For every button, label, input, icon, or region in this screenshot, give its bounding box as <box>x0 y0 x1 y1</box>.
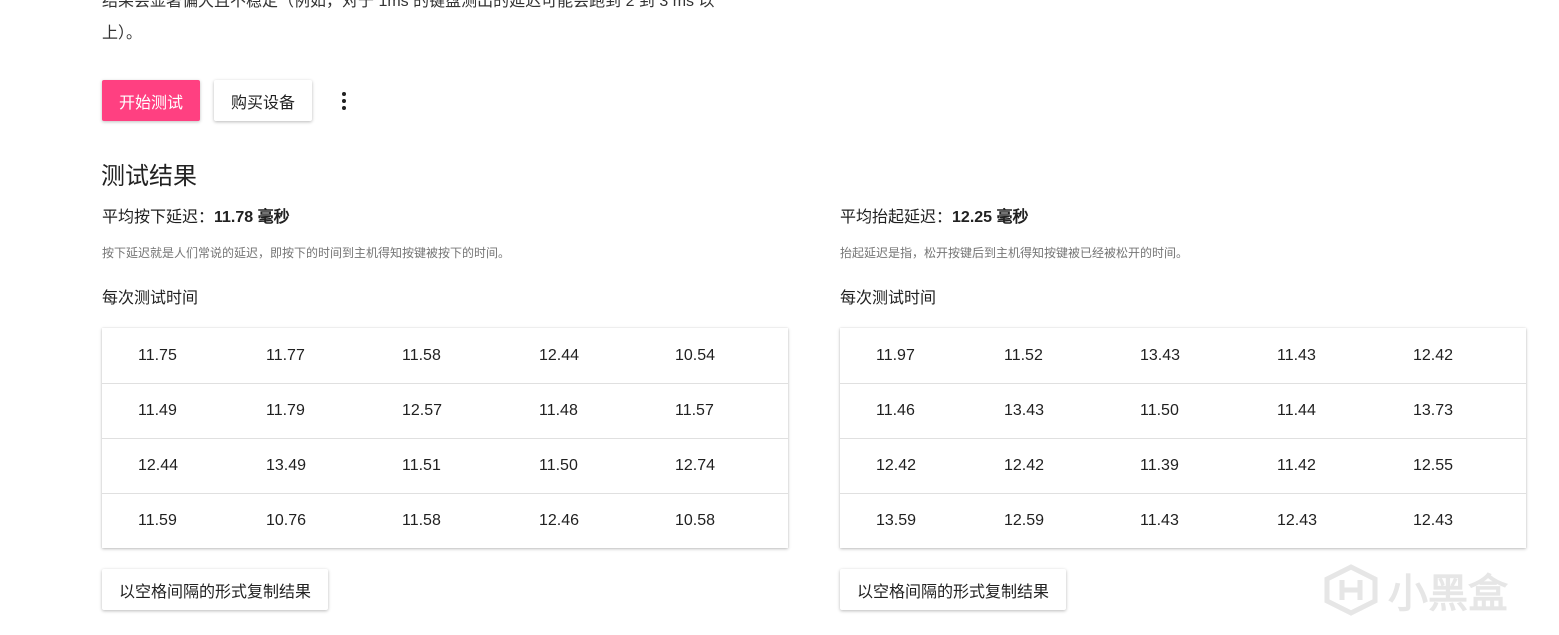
table-cell: 11.42 <box>1277 457 1316 474</box>
table-cell: 10.54 <box>675 346 716 364</box>
table-cell: 12.46 <box>539 512 580 529</box>
intro-line-2: 上）。 <box>102 25 143 42</box>
watermark-text: 小黑盒 <box>1388 571 1508 617</box>
table-cell: 12.59 <box>1004 512 1045 529</box>
table-row: 11.75 11.77 11.58 12.44 10.54 <box>102 328 788 383</box>
page: 结果会显著偏大且不稳定（例如，对于 1ms 的键盘测出的延迟可能会跑到 2 到 … <box>0 0 1559 635</box>
table-row: 11.46 13.43 11.50 11.44 13.73 <box>840 383 1526 438</box>
release-average-value: 12.25 毫秒 <box>952 209 1029 226</box>
release-latency-column: 平均抬起延迟：12.25 毫秒 抬起延迟是指，松开按键后到主机得知按键被已经被松… <box>840 206 1526 610</box>
press-average-value: 11.78 毫秒 <box>214 209 290 226</box>
box-logo-icon <box>1324 564 1378 616</box>
table-row: 12.44 13.49 11.51 11.50 12.74 <box>102 438 788 493</box>
table-cell: 12.57 <box>402 402 443 419</box>
table-cell: 11.44 <box>1277 402 1316 419</box>
release-average-label: 平均抬起延迟： <box>840 209 953 226</box>
table-cell: 12.44 <box>539 346 580 364</box>
press-results-table: 11.75 11.77 11.58 12.44 10.54 11.49 11.79 12.57… <box>102 328 788 548</box>
table-cell: 10.58 <box>675 512 716 529</box>
intro-line-1: 结果会显著偏大且不稳定（例如，对于 1ms 的键盘测出的延迟可能会跑到 2 到 … <box>102 0 715 10</box>
table-cell: 11.50 <box>1140 402 1179 419</box>
release-description: 抬起延迟是指，松开按键后到主机得知按键被已经被松开的时间。 <box>840 246 1189 260</box>
press-subtitle: 每次测试时间 <box>102 290 199 307</box>
table-row: 11.97 11.52 13.43 11.43 12.42 <box>840 328 1526 383</box>
table-cell: 12.43 <box>1277 512 1318 529</box>
action-bar: 开始测试 购买设备 <box>102 80 356 121</box>
table-cell: 11.97 <box>876 346 915 364</box>
buy-device-button[interactable]: 购买设备 <box>214 80 313 121</box>
table-cell: 12.74 <box>675 457 716 474</box>
table-cell: 11.52 <box>1004 346 1043 364</box>
table-cell: 11.79 <box>266 402 305 419</box>
table-cell: 12.42 <box>1413 346 1454 364</box>
intro-paragraph: 结果会显著偏大且不稳定（例如，对于 1ms 的键盘测出的延迟可能会跑到 2 到 … <box>102 0 762 50</box>
press-average-label: 平均按下延迟： <box>102 209 215 226</box>
more-vert-icon[interactable] <box>332 80 356 121</box>
release-subtitle: 每次测试时间 <box>840 290 937 307</box>
press-latency-column: 平均按下延迟：11.78 毫秒 按下延迟就是人们常说的延迟，即按下的时间到主机得… <box>102 206 788 610</box>
table-cell: 11.43 <box>1277 346 1316 364</box>
table-cell: 12.55 <box>1413 457 1454 474</box>
table-row: 11.49 11.79 12.57 11.48 11.57 <box>102 383 788 438</box>
table-cell: 11.77 <box>266 346 305 364</box>
table-cell: 11.39 <box>1140 457 1179 474</box>
press-description: 按下延迟就是人们常说的延迟，即按下的时间到主机得知按键被按下的时间。 <box>102 246 511 260</box>
table-cell: 11.58 <box>402 512 441 529</box>
release-copy-button[interactable]: 以空格间隔的形式复制结果 <box>840 569 1067 610</box>
table-row: 13.59 12.59 11.43 12.43 12.43 <box>840 493 1526 548</box>
press-copy-button[interactable]: 以空格间隔的形式复制结果 <box>102 569 329 610</box>
table-cell: 13.49 <box>266 457 307 474</box>
table-cell: 11.57 <box>675 402 714 419</box>
table-cell: 12.42 <box>1004 457 1045 474</box>
table-cell: 11.58 <box>402 346 441 364</box>
table-cell: 11.50 <box>539 457 578 474</box>
table-cell: 10.76 <box>266 512 307 529</box>
table-row: 11.59 10.76 11.58 12.46 10.58 <box>102 493 788 548</box>
table-cell: 11.51 <box>402 457 441 474</box>
release-average: 平均抬起延迟：12.25 毫秒 <box>840 206 1526 230</box>
table-cell: 11.48 <box>539 402 578 419</box>
start-test-button[interactable]: 开始测试 <box>102 80 201 121</box>
table-cell: 13.43 <box>1004 402 1045 419</box>
table-cell: 11.75 <box>138 346 177 364</box>
table-cell: 12.43 <box>1413 512 1454 529</box>
table-cell: 12.42 <box>876 457 917 474</box>
table-cell: 11.46 <box>876 402 915 419</box>
table-cell: 13.43 <box>1140 346 1181 364</box>
table-cell: 11.49 <box>138 402 177 419</box>
table-cell: 13.73 <box>1413 402 1454 419</box>
table-row: 12.42 12.42 11.39 11.42 12.55 <box>840 438 1526 493</box>
release-results-table: 11.97 11.52 13.43 11.43 12.42 11.46 13.43 11.50… <box>840 328 1526 548</box>
watermark-logo: 小黑盒 <box>1322 560 1522 620</box>
table-cell: 11.59 <box>138 512 177 529</box>
table-cell: 12.44 <box>138 457 179 474</box>
table-cell: 11.43 <box>1140 512 1179 529</box>
press-average: 平均按下延迟：11.78 毫秒 <box>102 206 788 230</box>
results-title: 测试结果 <box>101 163 197 190</box>
table-cell: 13.59 <box>876 512 917 529</box>
